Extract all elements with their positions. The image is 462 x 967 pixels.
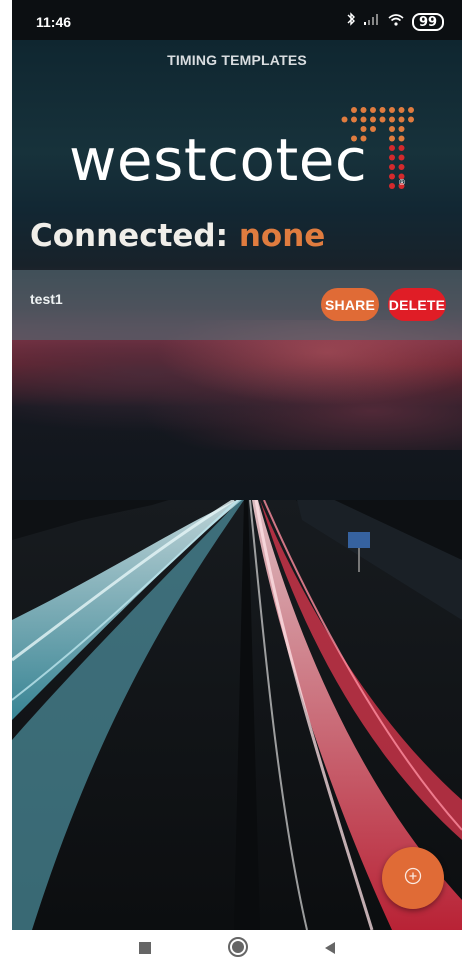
logo-dot	[389, 116, 395, 123]
battery-indicator: 99	[412, 12, 444, 31]
signal-icon	[364, 13, 380, 30]
logo-dot	[408, 107, 414, 113]
logo-dot	[370, 116, 376, 123]
logo-dot	[370, 107, 376, 113]
back-triangle-icon	[323, 940, 337, 959]
logo-dot	[389, 154, 395, 161]
logo-dot	[360, 126, 367, 132]
system-navigation-bar	[0, 930, 462, 967]
logo-dot	[389, 126, 395, 132]
logo-dot	[379, 116, 386, 123]
wifi-icon	[388, 13, 404, 31]
logo-dot	[398, 126, 405, 132]
connection-status: Connected: none	[30, 218, 325, 254]
brand-logo: westcotec ®	[12, 100, 462, 210]
connection-value: none	[238, 218, 326, 254]
bluetooth-icon	[346, 12, 356, 31]
logo-dot	[398, 154, 405, 161]
home-button[interactable]	[226, 937, 250, 961]
add-template-button[interactable]	[382, 847, 444, 909]
logo-dot	[351, 135, 357, 142]
logo-dot	[398, 116, 405, 123]
logo-dot	[398, 145, 405, 151]
page-title: TIMING TEMPLATES	[167, 52, 307, 68]
logo-dot	[408, 116, 414, 123]
stop-square-icon	[138, 940, 152, 959]
registered-mark: ®	[398, 178, 406, 187]
add-circle-icon	[404, 867, 422, 889]
status-bar: 11:46 99	[12, 0, 462, 40]
logo-wordmark: westcotec	[69, 126, 368, 194]
logo-dot	[389, 145, 395, 151]
logo-dot	[379, 107, 386, 113]
logo-dot	[341, 116, 348, 123]
logo-dot	[360, 135, 367, 142]
delete-button[interactable]: DELETE	[388, 288, 446, 321]
app-screen: 11:46 99 TIMING TEMPLATES westcotec ® Co…	[12, 0, 462, 930]
logo-dot	[398, 107, 405, 113]
connection-label: Connected:	[30, 218, 229, 254]
logo-dot	[360, 116, 367, 123]
logo-dot	[398, 135, 405, 142]
logo-dot	[370, 126, 376, 132]
status-time: 11:46	[36, 14, 72, 30]
status-icons: 99	[346, 12, 444, 31]
logo-dot	[389, 183, 395, 189]
back-button[interactable]	[318, 937, 342, 961]
template-name: test1	[30, 291, 63, 307]
template-list-item[interactable]: test1 SHARE DELETE	[12, 270, 462, 340]
logo-dot	[389, 135, 395, 142]
logo-dot	[351, 116, 357, 123]
logo-dot	[389, 107, 395, 113]
logo-dot	[351, 107, 357, 113]
logo-dot	[398, 164, 405, 170]
logo-dot	[389, 173, 395, 180]
home-circle-icon	[227, 936, 249, 962]
logo-dot	[360, 107, 367, 113]
recent-apps-button[interactable]	[133, 937, 157, 961]
share-button[interactable]: SHARE	[321, 288, 379, 321]
page-header: TIMING TEMPLATES	[12, 40, 462, 82]
logo-dot	[389, 164, 395, 170]
